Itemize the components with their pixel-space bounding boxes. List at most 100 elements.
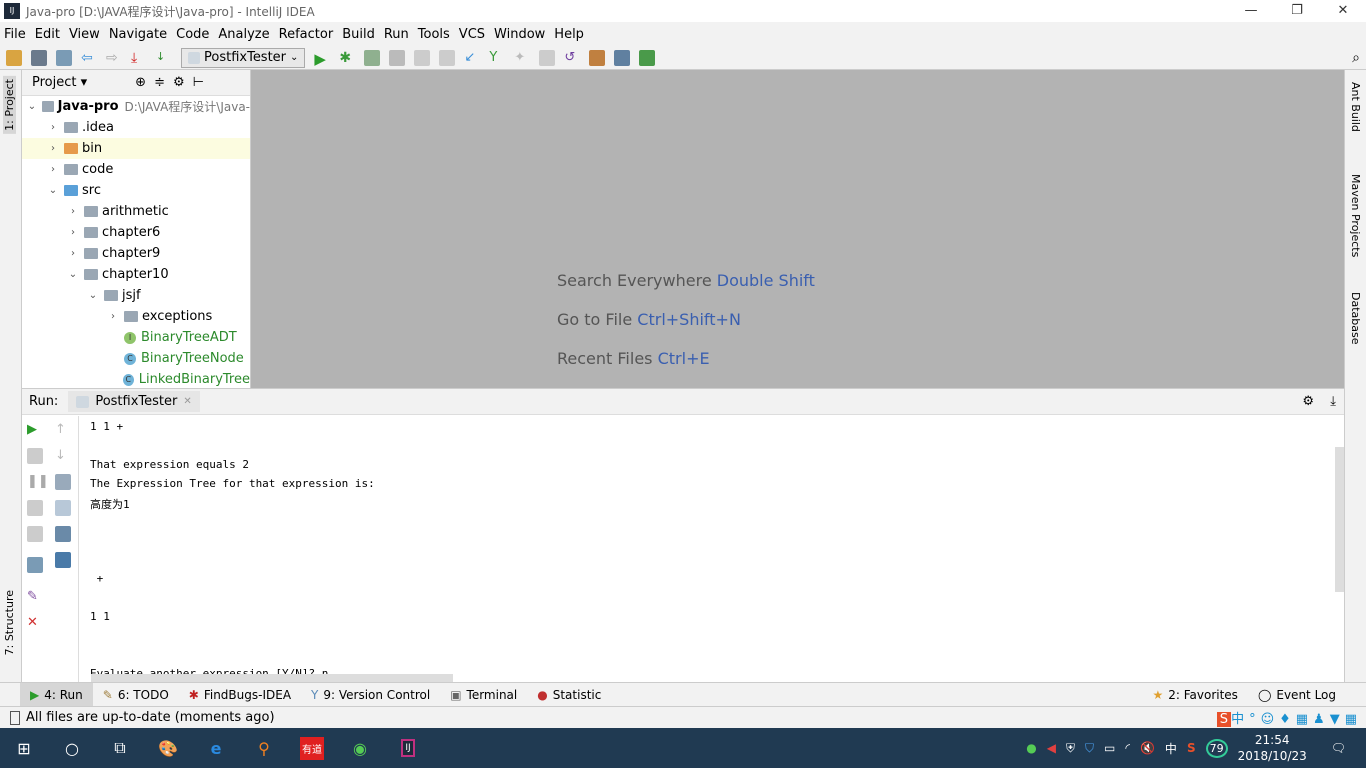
tab-terminal[interactable]: ▣ Terminal [440, 683, 527, 707]
gear-icon[interactable]: ⚙ [173, 75, 185, 90]
maximize-button[interactable]: ❐ [1274, 0, 1320, 22]
tab-run[interactable]: ▶ 4: Run [20, 682, 93, 707]
project-view-select[interactable]: Project ▾ [32, 75, 87, 90]
layout-icon[interactable] [27, 557, 43, 573]
tree-item[interactable]: ⌄ chapter10 [22, 264, 250, 285]
tab-statistic[interactable]: ● Statistic [527, 683, 611, 707]
tab-favorites[interactable]: ★ 2: Favorites [1142, 683, 1247, 707]
menu-edit[interactable]: Edit [35, 27, 60, 42]
edge-icon[interactable]: e [192, 728, 240, 768]
youdao-icon[interactable]: 有道 [288, 728, 336, 768]
tray-speaker-icon[interactable]: ◀ [1047, 741, 1056, 755]
test-icon[interactable] [439, 49, 456, 66]
vcs-compare-icon[interactable]: ✦ [514, 50, 530, 66]
start-button[interactable]: ⊞ [0, 728, 48, 768]
hide-panel-icon[interactable]: ⤓ [1330, 394, 1336, 409]
menu-analyze[interactable]: Analyze [218, 27, 269, 42]
menu-file[interactable]: File [4, 27, 26, 42]
tree-item[interactable]: C BinaryTreeNode [22, 348, 250, 369]
binary-icon[interactable]: ↓ [156, 50, 172, 66]
ime-indicator[interactable]: 中 [1165, 740, 1177, 757]
tab-todo[interactable]: ✎ 6: TODO [93, 683, 179, 707]
maven-projects-tab[interactable]: Maven Projects [1349, 174, 1362, 257]
tree-item[interactable]: ⌄ jsjf [22, 285, 250, 306]
tree-item[interactable]: › exceptions [22, 306, 250, 327]
sync-icon[interactable] [56, 49, 72, 66]
structure-tool-tab[interactable]: 7: Structure [3, 590, 16, 655]
ime-toolbar[interactable]: S 中°☺♦▦♟▼▦ [1216, 708, 1362, 727]
tab-findbugs[interactable]: ✱ FindBugs-IDEA [179, 683, 301, 707]
expanded-arrow-icon[interactable]: ⌄ [86, 290, 100, 301]
save-icon[interactable] [31, 49, 47, 66]
intellij-taskbar-icon[interactable]: IJ [384, 728, 432, 768]
menu-window[interactable]: Window [494, 27, 545, 42]
collapsed-arrow-icon[interactable]: › [106, 311, 120, 322]
tab-version-control[interactable]: Y 9: Version Control [301, 683, 440, 707]
menu-vcs[interactable]: VCS [459, 27, 485, 42]
collapsed-arrow-icon[interactable]: › [66, 248, 80, 259]
scroll-to-end-icon[interactable] [55, 500, 71, 516]
pause-icon[interactable]: ❚❚ [27, 474, 49, 490]
exit-icon[interactable] [27, 526, 43, 542]
menu-navigate[interactable]: Navigate [109, 27, 167, 42]
back-icon[interactable]: ⇦ [81, 50, 97, 66]
print-icon[interactable] [55, 526, 71, 542]
task-view-icon[interactable]: ⧉ [96, 728, 144, 768]
database-tab[interactable]: Database [1349, 292, 1362, 345]
collapse-icon[interactable]: ≑ [154, 75, 165, 90]
notifications-icon[interactable]: 🗨 [1331, 741, 1346, 755]
collapsed-arrow-icon[interactable]: › [46, 164, 60, 175]
tree-item[interactable]: › chapter9 [22, 243, 250, 264]
vcs-commit-icon[interactable]: Y [489, 50, 505, 66]
tree-item[interactable]: › arithmetic [22, 201, 250, 222]
tree-item[interactable]: ⌄ Java-pro D:\JAVA程序设计\Java- [22, 96, 250, 117]
open-icon[interactable] [6, 49, 22, 66]
expanded-arrow-icon[interactable]: ⌄ [46, 185, 60, 196]
collapsed-arrow-icon[interactable]: › [46, 143, 60, 154]
forward-icon[interactable]: ⇨ [106, 50, 122, 66]
vcs-history-icon[interactable] [539, 49, 556, 66]
collapsed-arrow-icon[interactable]: › [66, 206, 80, 217]
close-tab-icon[interactable]: ✕ [183, 396, 191, 407]
close-button[interactable]: ✕ [1320, 0, 1366, 22]
menu-help[interactable]: Help [554, 27, 584, 42]
stop-icon[interactable] [27, 448, 43, 464]
run-config-select[interactable]: PostfixTester ⌄ [181, 47, 306, 68]
menu-run[interactable]: Run [384, 27, 409, 42]
locate-icon[interactable]: ⊕ [135, 75, 146, 90]
console-scrollbar[interactable] [1335, 447, 1344, 592]
hide-icon[interactable]: ⊢ [193, 75, 204, 90]
tree-item[interactable]: C LinkedBinaryTree [22, 369, 250, 388]
collapsed-arrow-icon[interactable]: › [46, 122, 60, 133]
browser-icon[interactable]: ◉ [336, 728, 384, 768]
ant-build-tab[interactable]: Ant Build [1349, 82, 1362, 132]
toggle-tool-windows-icon[interactable] [10, 710, 20, 725]
download-icon[interactable]: ⤓ [131, 50, 147, 66]
tray-browser-icon[interactable]: ● [1026, 741, 1036, 755]
build-icon[interactable] [414, 49, 431, 66]
sogou-tray-icon[interactable]: S [1187, 741, 1196, 755]
clock[interactable]: 21:54 2018/10/23 [1238, 732, 1307, 764]
debug-icon[interactable]: ✱ [339, 50, 355, 66]
search-app-icon[interactable]: ⚲ [240, 728, 288, 768]
battery-icon[interactable]: ▭ [1104, 741, 1115, 755]
menu-view[interactable]: View [69, 27, 100, 42]
dump-threads-icon[interactable] [27, 500, 43, 516]
console-output[interactable]: 1 1 + That expression equals 2 The Express… [78, 416, 1334, 682]
cortana-icon[interactable]: ○ [48, 728, 96, 768]
tree-item[interactable]: › .idea [22, 117, 250, 138]
menu-refactor[interactable]: Refactor [279, 27, 334, 42]
paint-app-icon[interactable]: 🎨 [144, 728, 192, 768]
clear-icon[interactable] [55, 552, 71, 568]
search-icon[interactable]: ⌕ [1352, 50, 1360, 66]
tray-shield-icon[interactable]: ⛨ [1066, 741, 1075, 756]
gear-icon[interactable]: ⚙ [1302, 394, 1314, 409]
performance-badge[interactable]: 79 [1205, 738, 1228, 758]
run-tab-postfixtester[interactable]: PostfixTester ✕ [68, 391, 200, 412]
wifi-icon[interactable]: ◜ [1125, 741, 1130, 755]
coverage-icon[interactable] [364, 49, 381, 66]
project-structure-icon[interactable] [614, 49, 631, 66]
console-horizontal-scrollbar[interactable] [91, 674, 453, 682]
close-icon[interactable]: ✕ [27, 615, 43, 631]
vcs-update-icon[interactable]: ↙ [464, 50, 480, 66]
